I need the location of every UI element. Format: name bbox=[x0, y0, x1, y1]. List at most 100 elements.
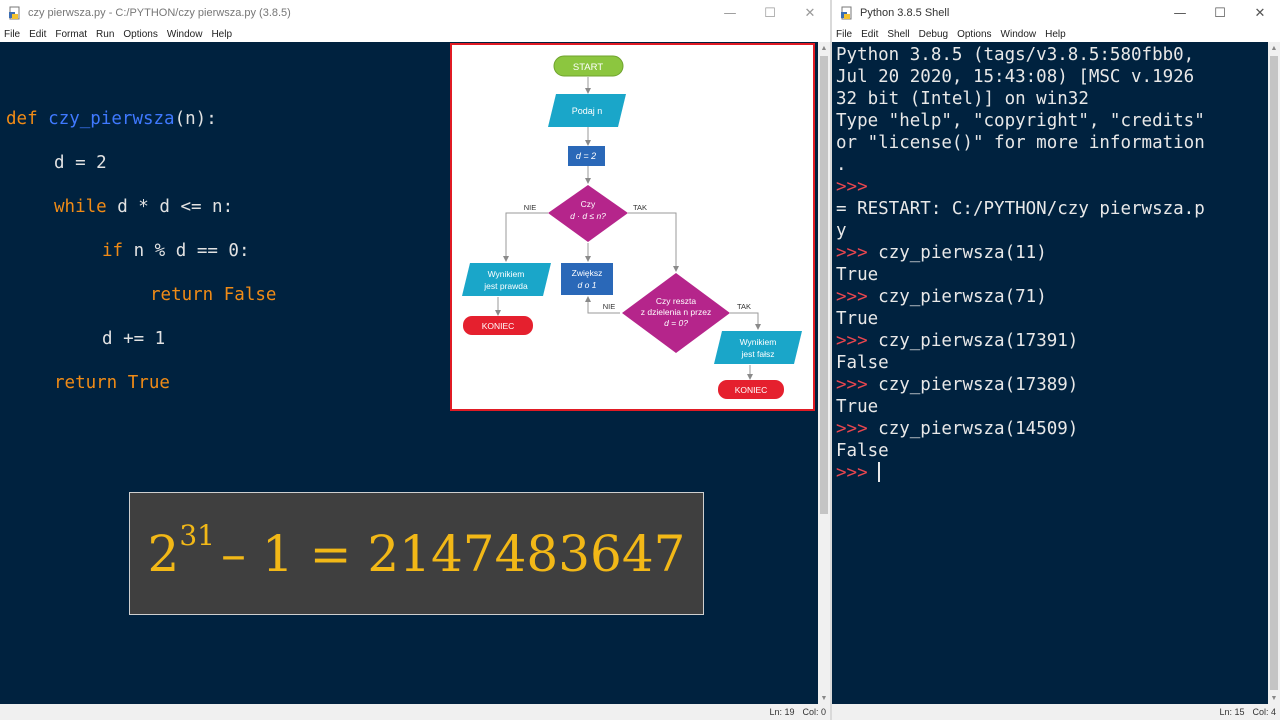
restart-line: y bbox=[836, 221, 847, 241]
output-false-label-1: Wynikiem bbox=[740, 337, 777, 347]
menu-edit[interactable]: Edit bbox=[29, 29, 46, 40]
shell-window: Python 3.8.5 Shell — ☐ ✕ File Edit Shell… bbox=[832, 0, 1280, 720]
formula-base: 2 bbox=[147, 524, 180, 583]
menu-edit[interactable]: Edit bbox=[861, 29, 878, 40]
banner-line: or "license()" for more information bbox=[836, 133, 1205, 153]
restart-line: = RESTART: C:/PYTHON/czy pierwsza.p bbox=[836, 199, 1205, 219]
minimize-button[interactable]: — bbox=[1160, 0, 1200, 26]
keyword: while bbox=[54, 197, 107, 217]
code-line-4: if n % d == 0: bbox=[102, 240, 250, 262]
keyword: if bbox=[102, 241, 124, 261]
scroll-down-icon[interactable]: ▼ bbox=[818, 692, 830, 704]
scroll-up-icon[interactable]: ▲ bbox=[818, 42, 830, 54]
code-line-1: def czy_pierwsza(n): bbox=[6, 108, 217, 130]
formula-rest: – 1 = 2147483647 bbox=[220, 524, 686, 583]
start-label: START bbox=[573, 62, 603, 73]
prompt: >>> bbox=[836, 419, 879, 439]
command: czy_pierwsza(17391) bbox=[878, 331, 1079, 351]
code-text: d * d <= n: bbox=[106, 197, 234, 217]
command: czy_pierwsza(11) bbox=[878, 243, 1047, 263]
editor-window: czy pierwsza.py - C:/PYTHON/czy pierwsza… bbox=[0, 0, 830, 720]
end1-label: KONIEC bbox=[482, 321, 515, 331]
menu-options[interactable]: Options bbox=[123, 29, 157, 40]
shell-title: Python 3.8.5 Shell bbox=[860, 7, 950, 19]
shell-vertical-scrollbar[interactable]: ▲ ▼ bbox=[1268, 42, 1280, 704]
menu-file[interactable]: File bbox=[4, 29, 20, 40]
shell-statusbar: Ln: 15 Col: 4 bbox=[832, 704, 1280, 720]
menu-run[interactable]: Run bbox=[96, 29, 114, 40]
tak-label-2: TAK bbox=[737, 302, 751, 311]
maximize-button[interactable]: ☐ bbox=[1200, 0, 1240, 26]
menu-help[interactable]: Help bbox=[211, 29, 232, 40]
menu-debug[interactable]: Debug bbox=[919, 29, 948, 40]
banner-line: . bbox=[836, 155, 847, 175]
shell-menubar: File Edit Shell Debug Options Window Hel… bbox=[832, 26, 1280, 42]
output-false-node bbox=[714, 331, 802, 364]
shell-output-area[interactable]: Python 3.8.5 (tags/v3.8.5:580fbb0, Jul 20… bbox=[832, 42, 1268, 704]
command: czy_pierwsza(14509) bbox=[878, 419, 1079, 439]
close-button[interactable]: ✕ bbox=[1240, 0, 1280, 26]
maximize-button[interactable]: ☐ bbox=[750, 0, 790, 26]
shell-titlebar[interactable]: Python 3.8.5 Shell — ☐ ✕ bbox=[832, 0, 1280, 26]
prompt: >>> bbox=[836, 375, 879, 395]
code-line-6: d += 1 bbox=[102, 329, 166, 349]
increment-label-1: Zwiększ bbox=[572, 268, 603, 278]
output-true-label-2: jest prawda bbox=[483, 281, 528, 291]
menu-window[interactable]: Window bbox=[1001, 29, 1037, 40]
python-icon bbox=[840, 6, 854, 20]
decision2-label-1: Czy reszta bbox=[656, 296, 696, 306]
output-line: False bbox=[836, 353, 889, 373]
scroll-thumb[interactable] bbox=[1270, 56, 1278, 690]
col-indicator: Col: 0 bbox=[802, 707, 826, 717]
banner-line: 32 bit (Intel)] on win32 bbox=[836, 89, 1089, 109]
prompt: >>> bbox=[836, 287, 879, 307]
editor-statusbar: Ln: 19 Col: 0 bbox=[0, 704, 830, 720]
output-line: True bbox=[836, 265, 879, 285]
menu-file[interactable]: File bbox=[836, 29, 852, 40]
decision1-label-1: Czy bbox=[581, 199, 596, 209]
output-true-node bbox=[462, 263, 551, 296]
code-line-7: return True bbox=[54, 373, 170, 393]
code-line-2: d = 2 bbox=[54, 153, 107, 173]
scroll-up-icon[interactable]: ▲ bbox=[1268, 42, 1280, 54]
col-indicator: Col: 4 bbox=[1252, 707, 1276, 717]
close-button[interactable]: ✕ bbox=[790, 0, 830, 26]
decision2-label-3: d = 0? bbox=[664, 318, 688, 328]
code-line-5: return False bbox=[150, 285, 277, 305]
code-line-3: while d * d <= n: bbox=[54, 196, 233, 218]
menu-format[interactable]: Format bbox=[55, 29, 87, 40]
menu-window[interactable]: Window bbox=[167, 29, 203, 40]
idle-file-icon bbox=[8, 6, 22, 20]
formula-overlay: 2 31– 1 = 2147483647 bbox=[129, 492, 704, 615]
menu-options[interactable]: Options bbox=[957, 29, 991, 40]
increment-label-2: d o 1 bbox=[578, 280, 597, 290]
minimize-button[interactable]: — bbox=[710, 0, 750, 26]
editor-vertical-scrollbar[interactable]: ▲ ▼ bbox=[818, 42, 830, 704]
command: czy_pierwsza(71) bbox=[878, 287, 1047, 307]
decision1-label-2: d · d ≤ n? bbox=[570, 211, 606, 221]
scroll-thumb[interactable] bbox=[820, 56, 828, 514]
prompt: >>> bbox=[836, 243, 879, 263]
init-label: d = 2 bbox=[576, 151, 596, 161]
output-true-label-1: Wynikiem bbox=[488, 269, 525, 279]
prompt: >>> bbox=[836, 463, 879, 483]
tak-label-1: TAK bbox=[633, 203, 647, 212]
line-indicator: Ln: 19 bbox=[769, 707, 795, 717]
editor-menubar: File Edit Format Run Options Window Help bbox=[0, 26, 830, 42]
flowchart-image: START Podaj n d = 2 Czy d · d ≤ n? NIE T… bbox=[450, 43, 815, 411]
prompt: >>> bbox=[836, 331, 879, 351]
text-cursor[interactable] bbox=[878, 462, 881, 482]
shell-text: Python 3.8.5 (tags/v3.8.5:580fbb0, Jul 20… bbox=[836, 44, 1205, 484]
output-line: True bbox=[836, 309, 879, 329]
end2-label: KONIEC bbox=[735, 385, 768, 395]
formula-exponent: 31 bbox=[179, 518, 215, 552]
output-line: False bbox=[836, 441, 889, 461]
menu-shell[interactable]: Shell bbox=[887, 29, 909, 40]
scroll-down-icon[interactable]: ▼ bbox=[1268, 692, 1280, 704]
editor-title: czy pierwsza.py - C:/PYTHON/czy pierwsza… bbox=[28, 7, 291, 19]
output-false-label-2: jest fałsz bbox=[740, 349, 774, 359]
nie-label-1: NIE bbox=[524, 203, 537, 212]
banner-line: Jul 20 2020, 15:43:08) [MSC v.1926 bbox=[836, 67, 1195, 87]
editor-titlebar[interactable]: czy pierwsza.py - C:/PYTHON/czy pierwsza… bbox=[0, 0, 830, 26]
menu-help[interactable]: Help bbox=[1045, 29, 1066, 40]
